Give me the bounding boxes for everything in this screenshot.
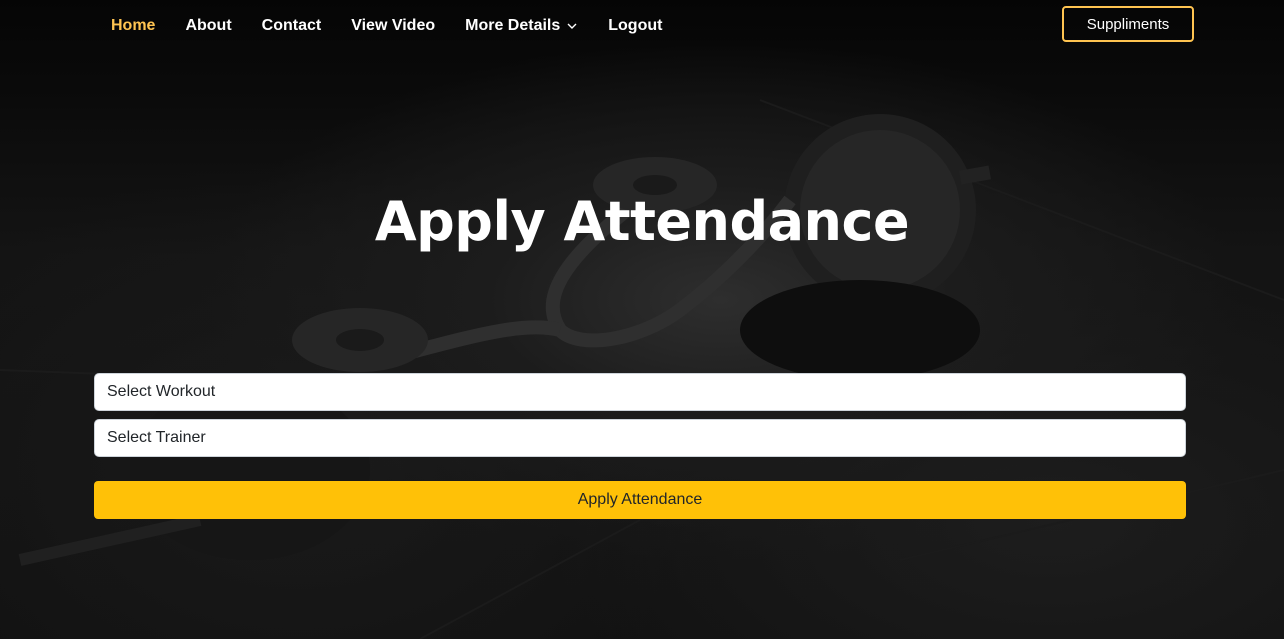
trainer-select[interactable]: Select Trainer <box>94 419 1186 457</box>
nav-logout-link[interactable]: Logout <box>608 17 662 35</box>
nav-more-details-label: More Details <box>465 17 561 34</box>
workout-select[interactable]: Select Workout <box>94 373 1186 411</box>
nav-more-details-dropdown[interactable]: More Details <box>465 17 578 35</box>
nav-view-video-link[interactable]: View Video <box>351 17 435 35</box>
page-title: Apply Attendance <box>374 190 910 253</box>
nav-about-link[interactable]: About <box>185 17 231 35</box>
workout-select-value: Select Workout <box>107 383 216 400</box>
nav-contact-link[interactable]: Contact <box>262 17 322 35</box>
chevron-down-icon <box>567 23 577 29</box>
nav-home-link[interactable]: Home <box>111 17 155 35</box>
main-nav: Home About Contact View Video More Detai… <box>111 0 662 52</box>
page: Home About Contact View Video More Detai… <box>0 0 1284 639</box>
gym-background-image <box>0 99 1284 639</box>
apply-attendance-button[interactable]: Apply Attendance <box>94 481 1186 519</box>
trainer-select-value: Select Trainer <box>107 429 206 446</box>
suppliments-button[interactable]: Suppliments <box>1062 6 1194 42</box>
